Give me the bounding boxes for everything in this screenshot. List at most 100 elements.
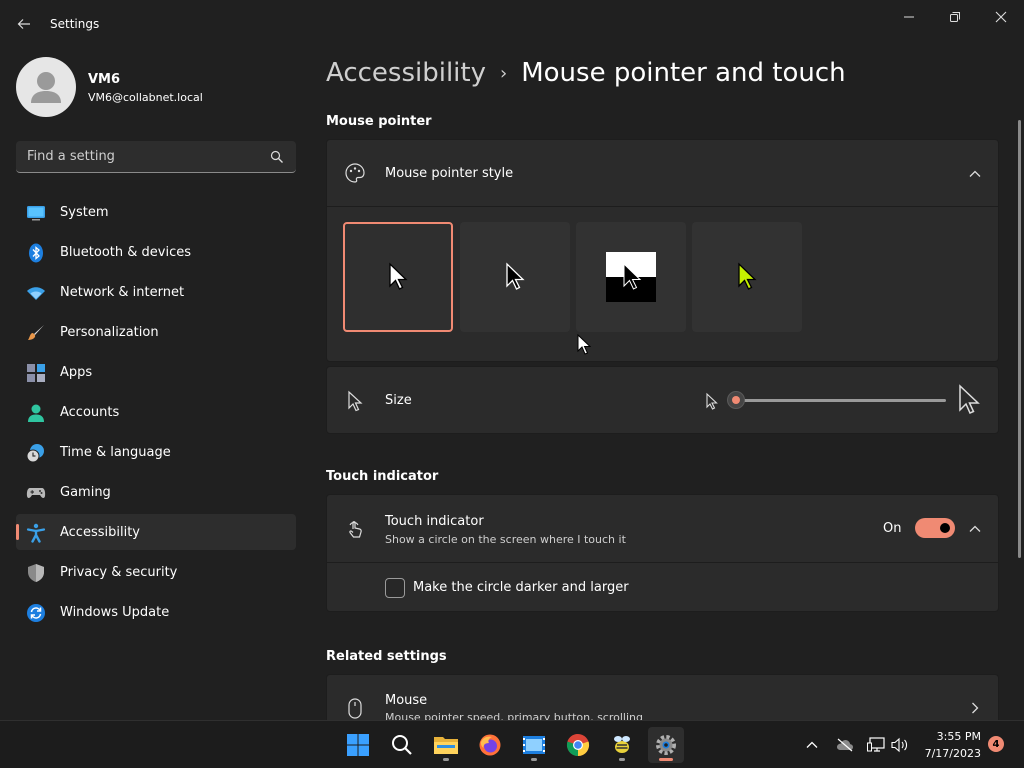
taskbar-bee-app[interactable] — [604, 727, 640, 763]
brush-icon — [28, 325, 44, 340]
sidebar-item-label: Network & internet — [60, 284, 185, 300]
sidebar-item-network[interactable]: Network & internet — [16, 274, 296, 310]
black-pointer-icon — [506, 262, 525, 290]
minimize-icon — [904, 16, 914, 18]
sidebar-item-time-language[interactable]: Time & language — [16, 434, 296, 470]
pointer-style-inverted[interactable] — [576, 222, 686, 332]
firefox-icon — [479, 734, 501, 756]
breadcrumb: Accessibility › Mouse pointer and touch — [326, 58, 846, 88]
search-icon — [392, 735, 412, 755]
content-scrollbar[interactable] — [1018, 120, 1021, 558]
sidebar-item-privacy-security[interactable]: Privacy & security — [16, 554, 296, 590]
section-title-related-settings: Related settings — [326, 649, 447, 664]
file-explorer-icon — [434, 737, 458, 754]
inverted-preview — [606, 252, 656, 302]
network-display-icon — [867, 737, 885, 752]
back-button[interactable] — [12, 12, 36, 36]
search-input[interactable] — [16, 141, 256, 172]
start-icon — [347, 734, 369, 756]
taskbar-file-explorer[interactable] — [428, 727, 464, 763]
sidebar-item-windows-update[interactable]: Windows Update — [16, 594, 296, 630]
custom-color-pointer-icon — [738, 262, 757, 290]
onedrive-tray-button[interactable] — [835, 735, 855, 755]
mouse-icon — [348, 698, 362, 719]
volume-tray-button[interactable] — [890, 735, 910, 755]
mouse-settings-description: Mouse pointer speed, primary button, scr… — [385, 711, 643, 720]
user-profile[interactable]: VM6 VM6@collabnet.local — [16, 57, 296, 117]
sidebar-item-personalization[interactable]: Personalization — [16, 314, 296, 350]
notification-badge[interactable]: 4 — [988, 736, 1004, 752]
accessibility-icon — [26, 523, 46, 543]
sidebar-item-label: Bluetooth & devices — [60, 244, 191, 260]
film-icon — [523, 736, 545, 754]
title-bar: Settings — [0, 0, 1024, 48]
search-icon[interactable] — [270, 150, 284, 164]
sidebar-item-accessibility[interactable]: Accessibility — [16, 514, 296, 550]
mouse-cursor-icon — [577, 334, 591, 355]
taskbar-search-button[interactable] — [384, 727, 420, 763]
toggle-state-label: On — [883, 521, 902, 536]
breadcrumb-parent[interactable]: Accessibility — [326, 58, 486, 88]
palette-icon — [345, 163, 365, 183]
maximize-button[interactable] — [939, 6, 971, 28]
inverted-pointer-icon — [623, 262, 642, 290]
small-pointer-icon — [706, 392, 718, 410]
user-email: VM6@collabnet.local — [88, 91, 203, 104]
white-pointer-icon — [389, 262, 408, 290]
section-title-touch-indicator: Touch indicator — [326, 469, 439, 484]
taskbar-settings[interactable] — [648, 727, 684, 763]
taskbar-film-app[interactable] — [516, 727, 552, 763]
running-indicator — [619, 758, 625, 761]
size-slider-thumb[interactable] — [727, 391, 745, 409]
close-icon — [995, 11, 1007, 23]
volume-icon — [891, 737, 908, 753]
sidebar-item-bluetooth[interactable]: Bluetooth & devices — [16, 234, 296, 270]
start-button[interactable] — [340, 727, 376, 763]
mouse-pointer-style-header[interactable]: Mouse pointer style — [327, 140, 998, 207]
chevron-up-icon — [806, 741, 818, 748]
size-slider-track[interactable] — [736, 399, 946, 402]
mouse-settings-link[interactable]: Mouse Mouse pointer speed, primary butto… — [326, 674, 999, 720]
close-button[interactable] — [985, 6, 1017, 28]
sidebar-item-system[interactable]: System — [16, 194, 296, 230]
clock-globe-icon — [26, 444, 44, 463]
touch-indicator-label: Touch indicator — [385, 514, 484, 529]
app-title: Settings — [50, 17, 100, 31]
show-hidden-icons-button[interactable] — [802, 735, 822, 755]
search-box[interactable] — [16, 141, 296, 173]
pointer-style-white[interactable] — [343, 222, 453, 332]
system-icon — [27, 206, 45, 221]
sidebar-item-gaming[interactable]: Gaming — [16, 474, 296, 510]
network-tray-button[interactable] — [866, 735, 886, 755]
clock-time[interactable]: 3:55 PM — [937, 730, 981, 743]
sidebar-item-accounts[interactable]: Accounts — [16, 394, 296, 430]
chevron-right-icon — [972, 702, 979, 714]
pointer-style-custom[interactable] — [692, 222, 802, 332]
touch-indicator-toggle[interactable] — [915, 518, 955, 538]
minimize-button[interactable] — [893, 6, 925, 28]
taskbar-firefox[interactable] — [472, 727, 508, 763]
clock-date[interactable]: 7/17/2023 — [925, 747, 981, 760]
chevron-up-icon[interactable] — [967, 166, 983, 182]
mouse-pointer-style-label: Mouse pointer style — [385, 166, 514, 181]
chevron-up-icon[interactable] — [967, 521, 983, 537]
bee-app-icon — [614, 736, 630, 753]
update-icon — [27, 604, 45, 622]
settings-gear-icon — [656, 735, 676, 755]
bluetooth-icon — [29, 243, 43, 263]
running-indicator — [443, 758, 449, 761]
large-pointer-icon — [959, 384, 980, 414]
pointer-style-black[interactable] — [460, 222, 570, 332]
apps-icon — [27, 364, 45, 382]
darker-circle-checkbox[interactable] — [385, 578, 405, 598]
running-indicator — [531, 758, 537, 761]
gamepad-icon — [26, 488, 46, 498]
taskbar: 3:55 PM 7/17/2023 — [0, 720, 1024, 768]
person-icon — [28, 404, 44, 422]
taskbar-chrome[interactable] — [560, 727, 596, 763]
page-title: Mouse pointer and touch — [521, 58, 846, 88]
sidebar-item-apps[interactable]: Apps — [16, 354, 296, 390]
sidebar-item-label: Privacy & security — [60, 564, 178, 580]
section-title-mouse-pointer: Mouse pointer — [326, 114, 432, 129]
touch-indicator-description: Show a circle on the screen where I touc… — [385, 533, 626, 546]
